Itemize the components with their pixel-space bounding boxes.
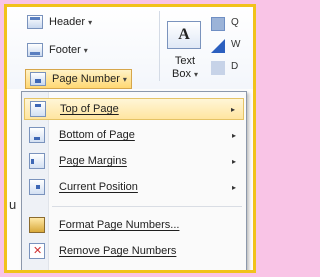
quick-parts-partial-label: Q (231, 17, 239, 28)
page-number-dropdown-menu: Top of Page ▸ Bottom of Page ▸ Page Marg… (21, 91, 247, 270)
bottom-of-page-icon (29, 127, 45, 143)
menu-item-label: Current Position (59, 181, 138, 193)
text-box-button-label[interactable]: Text Box ▾ (165, 55, 205, 81)
format-page-numbers-icon (29, 217, 45, 233)
wordart-partial-label: W (231, 39, 241, 50)
menu-item-page-margins[interactable]: Page Margins ▸ (24, 150, 244, 172)
quick-parts-icon[interactable] (211, 17, 225, 31)
footer-button[interactable]: Footer ▾ (27, 41, 88, 59)
menu-item-label: Bottom of Page (59, 129, 135, 141)
chevron-down-icon: ▾ (88, 17, 93, 27)
page-number-icon (30, 72, 46, 86)
menu-separator (52, 206, 242, 207)
chevron-down-icon: ▾ (122, 74, 127, 84)
footer-label: Footer (49, 44, 81, 56)
menu-item-label: Top of Page (60, 103, 119, 115)
submenu-arrow-icon: ▸ (231, 130, 236, 140)
header-label: Header (49, 16, 86, 28)
menu-item-label: Page Margins (59, 155, 127, 167)
partial-document-text: u (9, 197, 17, 212)
chevron-down-icon: ▾ (193, 70, 198, 79)
submenu-arrow-icon: ▸ (230, 104, 235, 114)
submenu-arrow-icon: ▸ (231, 156, 236, 166)
right-ribbon-icons (211, 17, 225, 83)
chevron-down-icon: ▾ (83, 45, 88, 55)
text-box-label-line2: Box (172, 68, 191, 80)
top-of-page-icon (30, 101, 46, 117)
submenu-arrow-icon: ▸ (231, 182, 236, 192)
page-number-button[interactable]: Page Number ▾ (25, 69, 132, 89)
page-margins-icon (29, 153, 45, 169)
menu-item-bottom-of-page[interactable]: Bottom of Page ▸ (24, 124, 244, 146)
menu-item-current-position[interactable]: Current Position ▸ (24, 176, 244, 198)
menu-item-top-of-page[interactable]: Top of Page ▸ (24, 98, 244, 120)
drop-cap-icon[interactable] (211, 61, 225, 75)
menu-item-label: Remove Page Numbers (59, 245, 177, 257)
text-box-label-line1: Text (174, 55, 196, 67)
header-icon (27, 15, 43, 29)
text-box-icon[interactable]: A (167, 21, 201, 49)
menu-item-remove-page-numbers[interactable]: Remove Page Numbers (24, 240, 244, 262)
drop-cap-partial-label: D (231, 61, 239, 72)
wordart-icon[interactable] (211, 39, 225, 53)
ribbon-divider (159, 11, 160, 81)
remove-page-numbers-icon (29, 243, 45, 259)
menu-item-format-page-numbers[interactable]: Format Page Numbers... (24, 214, 244, 236)
header-button[interactable]: Header ▾ (27, 13, 92, 31)
current-position-icon (29, 179, 45, 195)
text-box-glyph: A (178, 26, 190, 43)
menu-item-label: Format Page Numbers... (59, 219, 180, 231)
page-number-label: Page Number (52, 73, 120, 85)
footer-icon (27, 43, 43, 57)
ribbon-panel: Header ▾ Footer ▾ Page Number ▾ A Text B… (7, 7, 253, 89)
screenshot-frame: Header ▾ Footer ▾ Page Number ▾ A Text B… (4, 4, 256, 273)
